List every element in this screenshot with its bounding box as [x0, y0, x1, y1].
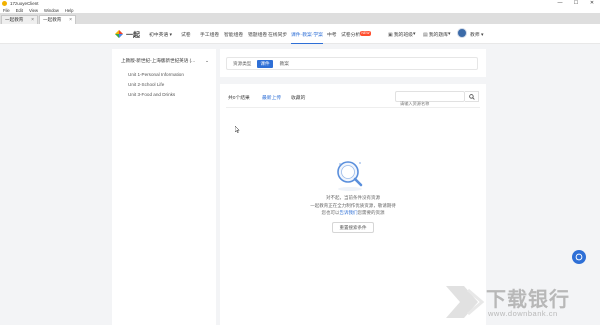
empty-title: 对不起，当前条件没有资源 [326, 195, 380, 200]
my-library-menu[interactable]: ▤ 我的题库 ▾ [423, 31, 451, 39]
filter-panel: 资源类型 课件 教案 [220, 49, 486, 77]
chevron-down-icon: ▾ [479, 33, 484, 38]
chevron-down-icon: ▾ [447, 32, 451, 37]
mouse-cursor-icon [235, 126, 240, 133]
resource-type-filter: 资源类型 课件 教案 [226, 57, 478, 70]
tab-close-icon[interactable]: × [31, 17, 34, 23]
maximize-button[interactable]: ☐ [568, 0, 584, 7]
resource-search-box [395, 91, 465, 108]
nav-item-wrong-compose[interactable]: 错题组卷 [248, 31, 267, 38]
search-icon [468, 93, 475, 100]
chevron-down-icon: ▾ [412, 32, 416, 37]
search-button[interactable] [465, 91, 479, 102]
sidebar-unit-1[interactable]: Unit 1-Personal Information [128, 72, 184, 77]
avatar[interactable] [457, 28, 467, 38]
window-titlebar: 17zuoyeClient — ☐ ✕ [0, 0, 600, 7]
username-label: 教师 [470, 33, 480, 38]
chat-support-button[interactable] [572, 250, 586, 264]
unit-sidebar: 上教版-新世纪-上海版新世纪英语 (... ⌄ Unit 1-Personal … [112, 49, 216, 325]
feedback-prefix: 您也可以 [321, 210, 340, 215]
my-library-label: 我的题库 [428, 33, 448, 38]
nav-item-manual-compose[interactable]: 手工组卷 [200, 31, 219, 38]
my-class-label: 我的班级 [393, 33, 413, 38]
nav-item-courseware[interactable]: 课件·教案·学案 [291, 31, 323, 44]
tab-label: 一起教育 [43, 17, 62, 22]
menu-edit[interactable]: Edit [16, 8, 23, 13]
menu-file[interactable]: File [3, 8, 10, 13]
window-title: 17zuoyeClient [10, 1, 39, 6]
empty-subtitle: 一起教育正在全力制作优质资源，敬请期待 [310, 203, 396, 208]
nav-item-paper-analysis[interactable]: 试卷分析 [341, 31, 360, 38]
sidebar-unit-2[interactable]: Unit 2-School Life [128, 82, 164, 87]
nav-item-papers[interactable]: 试卷 [181, 31, 191, 38]
nav-item-smart-compose[interactable]: 智能组卷 [224, 31, 243, 38]
feedback-link[interactable]: 告诉我们 [340, 210, 358, 215]
chevron-down-icon: ⌄ [205, 58, 209, 63]
menu-view[interactable]: View [29, 8, 38, 13]
empty-feedback-line: 您也可以告诉我们您需要的资源 [220, 210, 486, 216]
tab-label: 一起教育 [5, 17, 24, 22]
browser-tab[interactable]: 一起教育 × [1, 15, 38, 24]
chat-icon [575, 253, 583, 261]
filter-label: 资源类型 [233, 60, 252, 66]
watermark-url: www.downbank.cn [488, 309, 558, 318]
menu-window[interactable]: Window [44, 8, 59, 13]
minimize-button[interactable]: — [552, 0, 568, 7]
sidebar-unit-3[interactable]: Unit 3-Food and Drinks [128, 92, 175, 97]
app-icon [2, 1, 7, 6]
library-icon: ▤ [423, 31, 428, 38]
close-window-button[interactable]: ✕ [584, 0, 600, 7]
window-controls: — ☐ ✕ [552, 0, 600, 7]
top-nav: 一起 初中英语 ▾ 试卷 手工组卷 智能组卷 错题组卷 在线同步 课件·教案·学… [0, 24, 600, 44]
menu-help[interactable]: Help [65, 8, 74, 13]
textbook-label: 上教版-新世纪-上海版新世纪英语 (... [121, 58, 196, 63]
nav-subject-select[interactable]: 初中英语 ▾ [149, 31, 172, 38]
filter-option-courseware[interactable]: 课件 [257, 59, 273, 68]
new-badge: NEW [360, 31, 371, 36]
empty-magnifier-icon [337, 161, 363, 191]
divider [226, 107, 480, 108]
filter-option-lesson-plan[interactable]: 教案 [277, 60, 292, 68]
chevron-down-icon: ▾ [168, 33, 172, 38]
logo-icon[interactable] [114, 29, 124, 39]
my-class-menu[interactable]: ▣ 我的班级 ▾ [388, 31, 416, 39]
reset-filters-button[interactable]: 重置搜索条件 [332, 222, 374, 233]
username[interactable]: 教师 ▾ [470, 31, 483, 38]
textbook-selector[interactable]: 上教版-新世纪-上海版新世纪英语 (... ⌄ [121, 57, 209, 65]
nav-item-zhongkao[interactable]: 中考 [327, 31, 337, 38]
logo-text[interactable]: 一起 [126, 30, 140, 40]
class-icon: ▣ [388, 31, 393, 38]
browser-tab-active[interactable]: 一起教育 × [39, 15, 76, 24]
feedback-suffix: 您需要的资源 [357, 210, 385, 215]
nav-item-online-sync[interactable]: 在线同步 [268, 31, 287, 38]
tab-favorites[interactable]: 收藏的 [291, 94, 305, 101]
tab-latest-upload[interactable]: 最新上传 [262, 94, 281, 101]
tab-close-icon[interactable]: × [69, 17, 72, 23]
result-count: 共0个结果 [228, 96, 250, 101]
nav-subject-label: 初中英语 [149, 33, 169, 38]
browser-tab-bar: 一起教育 × 一起教育 × [0, 13, 600, 24]
watermark-text: 下载银行 [486, 289, 570, 311]
